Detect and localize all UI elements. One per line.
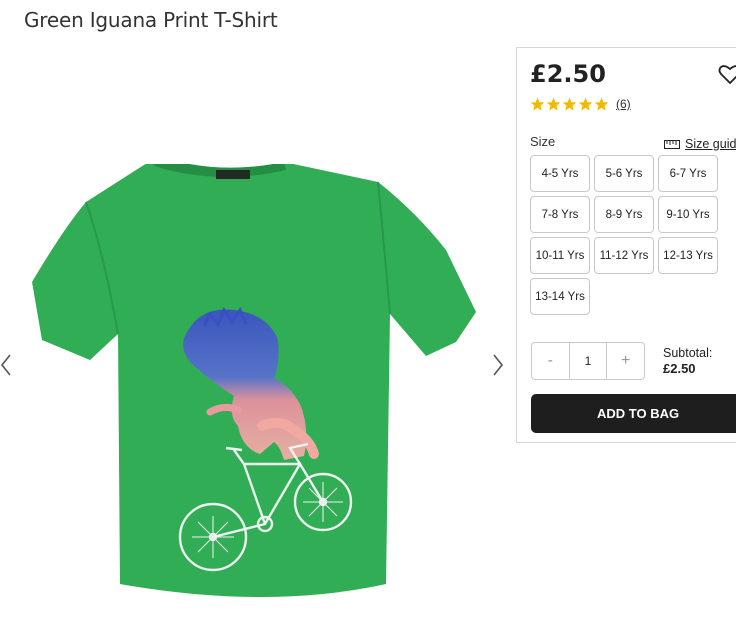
size-label: Size <box>530 134 556 149</box>
subtotal-value: £2.50 <box>663 361 696 376</box>
star-icon <box>562 97 577 111</box>
size-guide-link[interactable]: Size guide <box>664 137 736 151</box>
chevron-right-icon <box>493 354 504 376</box>
size-option[interactable]: 6-7 Yrs <box>658 155 718 192</box>
heart-icon <box>718 65 736 85</box>
size-option[interactable]: 9-10 Yrs <box>658 196 718 233</box>
quantity-stepper: - 1 + <box>531 342 645 380</box>
subtotal-label: Subtotal: <box>663 346 713 360</box>
star-rating <box>530 97 609 113</box>
product-price: £2.50 <box>530 60 606 88</box>
size-option[interactable]: 13-14 Yrs <box>530 278 590 315</box>
size-option[interactable]: 5-6 Yrs <box>594 155 654 192</box>
product-title: Green Iguana Print T-Shirt <box>24 8 278 32</box>
size-option[interactable]: 10-11 Yrs <box>530 237 590 274</box>
size-option[interactable]: 11-12 Yrs <box>594 237 654 274</box>
purchase-panel: £2.50 (6) Size Size guide 4-5 Yrs 5-6 Yr… <box>516 47 736 443</box>
quantity-decrease-button[interactable]: - <box>532 343 569 379</box>
review-count-link[interactable]: (6) <box>616 97 631 111</box>
quantity-increase-button[interactable]: + <box>607 343 644 379</box>
chevron-left-icon <box>0 354 11 376</box>
size-option[interactable]: 8-9 Yrs <box>594 196 654 233</box>
size-option[interactable]: 7-8 Yrs <box>530 196 590 233</box>
gallery-prev-button[interactable] <box>0 353 14 377</box>
size-option[interactable]: 12-13 Yrs <box>658 237 718 274</box>
size-guide-label: Size guide <box>685 137 736 151</box>
product-image-gallery <box>0 40 515 597</box>
size-options: 4-5 Yrs 5-6 Yrs 6-7 Yrs 7-8 Yrs 8-9 Yrs … <box>530 155 722 315</box>
gallery-next-button[interactable] <box>491 353 505 377</box>
star-icon <box>578 97 593 111</box>
subtotal: Subtotal: £2.50 <box>663 345 712 377</box>
product-image <box>32 164 476 597</box>
star-icon <box>546 97 561 111</box>
add-to-bag-button[interactable]: ADD TO BAG <box>531 394 736 433</box>
wishlist-button[interactable] <box>718 62 736 86</box>
star-icon <box>530 97 545 111</box>
size-option[interactable]: 4-5 Yrs <box>530 155 590 192</box>
star-icon <box>594 97 609 111</box>
quantity-input[interactable]: 1 <box>568 343 608 379</box>
ruler-icon <box>664 139 680 149</box>
